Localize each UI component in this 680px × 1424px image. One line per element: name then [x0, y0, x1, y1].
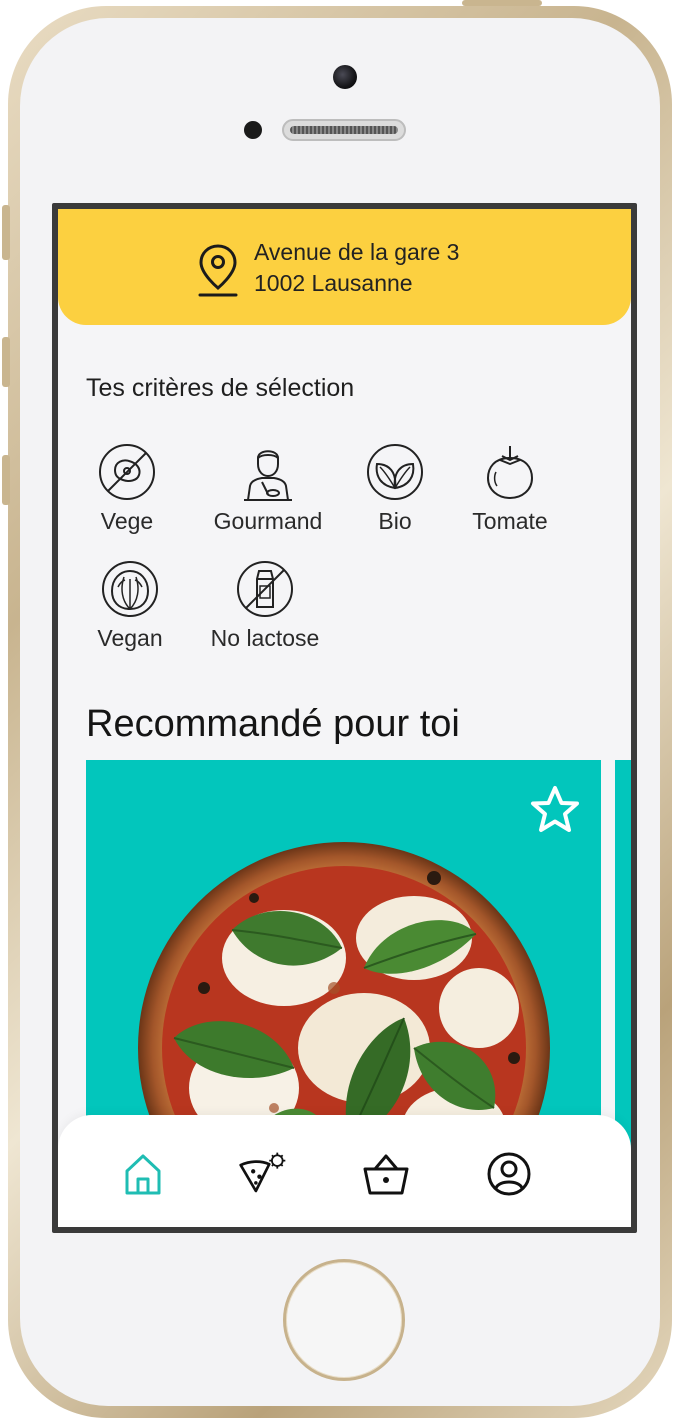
criteria-label: Gourmand	[213, 508, 323, 534]
tomato-icon	[486, 446, 534, 500]
criteria-vege[interactable]: Vege	[85, 442, 169, 535]
address-line-2: 1002 Lausanne	[254, 270, 413, 296]
app-view: Avenue de la gare 3 1002 Lausanne Tes cr…	[58, 209, 631, 1227]
proximity-sensor	[244, 121, 262, 139]
no-meat-icon	[99, 444, 155, 500]
criteria-no-lactose[interactable]: No lactose	[200, 559, 330, 652]
basket-icon[interactable]	[361, 1149, 411, 1199]
criteria-vegan[interactable]: Vegan	[89, 559, 171, 652]
star-outline-icon[interactable]	[529, 784, 581, 836]
criteria-bio[interactable]: Bio	[358, 442, 432, 535]
leaves-icon	[367, 444, 423, 500]
screen: Avenue de la gare 3 1002 Lausanne Tes cr…	[52, 203, 637, 1233]
silent-switch	[2, 205, 10, 260]
earpiece-speaker	[282, 119, 406, 141]
criteria-label: No lactose	[210, 625, 320, 651]
criteria-gourmand[interactable]: Gourmand	[205, 442, 331, 535]
home-button[interactable]	[283, 1259, 405, 1381]
delivery-address-bar[interactable]: Avenue de la gare 3 1002 Lausanne	[58, 209, 631, 325]
criteria-label: Vegan	[97, 625, 163, 651]
no-milk-icon	[237, 561, 293, 617]
address-text: Avenue de la gare 3 1002 Lausanne	[254, 237, 459, 299]
cabbage-icon	[102, 561, 158, 617]
bottom-navigation	[58, 1115, 631, 1227]
front-camera	[333, 65, 357, 89]
volume-down-button	[2, 455, 10, 505]
criteria-label: Bio	[378, 508, 412, 534]
criteria-title: Tes critères de sélection	[86, 374, 355, 402]
criteria-label: Tomate	[472, 508, 548, 534]
power-button	[462, 0, 542, 6]
criteria-tomate[interactable]: Tomate	[462, 442, 558, 535]
home-icon[interactable]	[118, 1149, 168, 1199]
recommended-title: Recommandé pour toi	[86, 703, 460, 745]
address-line-1: Avenue de la gare 3	[254, 239, 460, 265]
criteria-label: Vege	[100, 508, 154, 534]
person-eating-icon	[244, 450, 292, 501]
pizza-custom-icon[interactable]	[238, 1149, 288, 1199]
profile-icon[interactable]	[484, 1149, 534, 1199]
volume-up-button	[2, 337, 10, 387]
location-pin-icon	[198, 244, 238, 297]
